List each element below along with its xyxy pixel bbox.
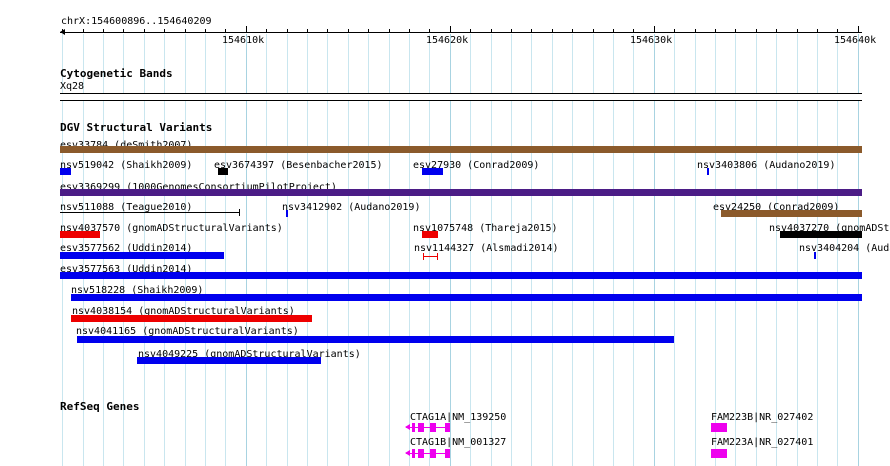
ruler-axis	[60, 32, 862, 33]
ruler-minor-tick	[674, 29, 675, 33]
strand-arrow-icon	[404, 424, 410, 430]
variant-label[interactable]: nsv3412902 (Audano2019)	[282, 202, 420, 214]
gene-exon[interactable]	[417, 423, 424, 432]
cytoband-name[interactable]: Xq28	[60, 81, 84, 93]
variant-feature[interactable]	[60, 272, 862, 279]
cytoband-track-title[interactable]: Cytogenetic Bands	[60, 67, 173, 80]
ruler-minor-tick	[450, 26, 451, 33]
refseq-track-title[interactable]: RefSeq Genes	[60, 400, 139, 413]
ruler-minor-tick	[491, 29, 492, 33]
gene-label[interactable]: CTAG1A|NM_139250	[410, 412, 506, 424]
variant-feature[interactable]	[814, 252, 817, 259]
variant-feature[interactable]	[60, 168, 72, 175]
gene-label[interactable]: CTAG1B|NM_001327	[410, 437, 506, 449]
variant-feature[interactable]	[286, 210, 289, 217]
ruler-minor-tick	[756, 29, 757, 33]
variant-feature[interactable]	[422, 231, 439, 238]
ruler-minor-tick	[552, 29, 553, 33]
gene-exon[interactable]	[711, 449, 727, 458]
ruler-tick-label: 154630k	[630, 35, 673, 46]
gene-label[interactable]: FAM223A|NR_027401	[711, 437, 813, 449]
ruler-minor-tick	[817, 29, 818, 33]
variant-label[interactable]: nsv519042 (Shaikh2009)	[60, 160, 192, 172]
variant-feature[interactable]	[217, 168, 229, 175]
variant-label[interactable]: esv3674397 (Besenbacher2015)	[214, 160, 383, 172]
strand-arrow-icon	[404, 450, 410, 456]
ruler-minor-tick	[837, 29, 838, 33]
ruler-minor-tick	[715, 29, 716, 33]
variant-label[interactable]: nsv3404204 (Audano2019)	[799, 243, 890, 255]
ruler-tick-label: 154620k	[426, 35, 469, 46]
gene-exon[interactable]	[444, 449, 450, 458]
variant-feature[interactable]	[60, 231, 101, 238]
variant-feature[interactable]	[422, 256, 439, 257]
ruler-minor-tick	[205, 29, 206, 33]
variant-feature[interactable]	[70, 315, 312, 322]
cytoband-chromosome-box[interactable]	[60, 93, 862, 101]
variant-feature-end-tick	[422, 253, 424, 260]
variant-feature[interactable]	[780, 231, 862, 238]
ruler-minor-tick	[348, 29, 349, 33]
ruler-minor-tick	[246, 26, 247, 33]
gene-exon[interactable]	[444, 423, 450, 432]
ruler-minor-tick	[776, 29, 777, 33]
ruler-minor-tick	[83, 29, 84, 33]
variant-feature-end-tick	[238, 209, 240, 216]
ruler[interactable]: 154610k 154620k 154630k 154640k	[0, 0, 890, 46]
ruler-minor-tick	[123, 29, 124, 33]
ruler-minor-tick	[572, 29, 573, 33]
gene-exon[interactable]	[429, 449, 437, 458]
ruler-minor-tick	[858, 26, 859, 33]
gene-exon[interactable]	[411, 423, 415, 432]
ruler-minor-tick	[613, 29, 614, 33]
variant-feature[interactable]	[60, 146, 862, 153]
genome-browser-view[interactable]: chrX:154600896..154640209 154610k 154620k…	[0, 0, 890, 466]
ruler-minor-tick	[429, 29, 430, 33]
ruler-minor-tick	[327, 29, 328, 33]
ruler-minor-tick	[470, 29, 471, 33]
dgv-track-title[interactable]: DGV Structural Variants	[60, 121, 212, 134]
gene-exon[interactable]	[711, 423, 727, 432]
ruler-minor-tick	[164, 29, 165, 33]
variant-feature[interactable]	[60, 189, 862, 196]
ruler-minor-tick	[185, 29, 186, 33]
variant-feature[interactable]	[76, 336, 674, 343]
ruler-minor-tick	[144, 29, 145, 33]
variant-label[interactable]: nsv1144327 (Alsmadi2014)	[414, 243, 559, 255]
ruler-minor-tick	[225, 29, 226, 33]
gene-exon[interactable]	[429, 423, 437, 432]
variant-feature[interactable]	[60, 252, 225, 259]
variant-feature-end-tick	[437, 253, 439, 260]
gene-exon[interactable]	[411, 449, 415, 458]
ruler-minor-tick	[287, 29, 288, 33]
variant-feature[interactable]	[70, 294, 862, 301]
ruler-minor-tick	[797, 29, 798, 33]
ruler-minor-tick	[593, 29, 594, 33]
variant-feature[interactable]	[422, 168, 443, 175]
ruler-minor-tick	[307, 29, 308, 33]
variant-feature[interactable]	[136, 357, 321, 364]
ruler-tick-label: 154610k	[222, 35, 265, 46]
variant-feature[interactable]	[60, 212, 240, 213]
ruler-minor-tick	[654, 26, 655, 33]
gene-exon[interactable]	[417, 449, 424, 458]
variant-feature[interactable]	[721, 210, 862, 217]
ruler-minor-tick	[511, 29, 512, 33]
variant-feature[interactable]	[706, 168, 709, 175]
ruler-minor-tick	[389, 29, 390, 33]
ruler-tick-label: 154640k	[834, 35, 877, 46]
variant-label[interactable]: nsv3403806 (Audano2019)	[697, 160, 835, 172]
ruler-minor-tick	[735, 29, 736, 33]
ruler-minor-tick	[531, 29, 532, 33]
ruler-minor-tick	[62, 29, 63, 33]
ruler-minor-tick	[103, 29, 104, 33]
ruler-minor-tick	[409, 29, 410, 33]
ruler-minor-tick	[633, 29, 634, 33]
ruler-minor-tick	[695, 29, 696, 33]
ruler-minor-tick	[368, 29, 369, 33]
ruler-minor-tick	[266, 29, 267, 33]
